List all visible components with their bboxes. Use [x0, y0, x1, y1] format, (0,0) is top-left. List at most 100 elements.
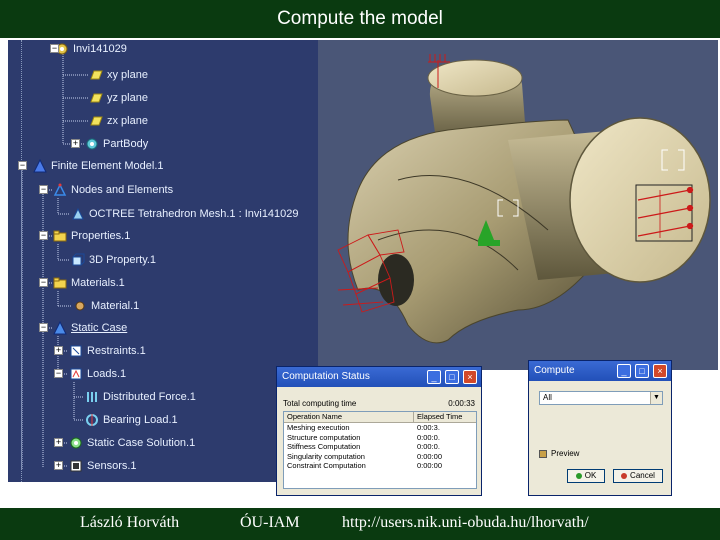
slide-title: Compute the model: [0, 0, 720, 38]
tree-item-static-case[interactable]: Static Case: [52, 319, 127, 337]
expand-toggle[interactable]: +: [71, 139, 80, 148]
specification-tree[interactable]: Invi141029 − xy plane yz plane zx plane …: [8, 40, 318, 482]
close-icon[interactable]: ×: [463, 370, 477, 384]
operation-name: Constraint Computation: [287, 461, 366, 470]
slide-footer: László Horváth ÓU-IAM http://users.nik.u…: [0, 508, 720, 540]
operation-time: 0:00:0.: [417, 432, 440, 442]
collapse-toggle[interactable]: −: [54, 369, 63, 378]
tree-item-yz-plane[interactable]: yz plane: [88, 89, 148, 107]
tree-item-label: Nodes and Elements: [71, 184, 174, 196]
collapse-toggle[interactable]: −: [39, 323, 48, 332]
tree-item-label: Properties.1: [71, 230, 131, 242]
compute-dialog[interactable]: Compute _ □ × All ▼ Preview OK Cancel: [528, 360, 672, 496]
footer-institution: ÓU-IAM: [240, 514, 300, 531]
tree-item-nodes-elements[interactable]: Nodes and Elements: [52, 181, 173, 199]
partbody-gear-icon: [84, 136, 100, 152]
collapse-toggle[interactable]: −: [18, 161, 27, 170]
restraints-icon: [68, 343, 84, 359]
table-row: Constraint Computation 0:00:00: [284, 461, 476, 471]
ok-label: OK: [584, 471, 597, 480]
collapse-toggle[interactable]: −: [50, 44, 59, 53]
expand-toggle[interactable]: +: [54, 346, 63, 355]
total-time-label: Total computing time: [283, 399, 357, 408]
material-sphere-icon: [72, 298, 88, 314]
cancel-x-icon: [621, 473, 628, 479]
expand-toggle[interactable]: +: [54, 438, 63, 447]
tree-item-partbody[interactable]: PartBody: [84, 135, 148, 153]
tree-item-bearing-load[interactable]: Bearing Load.1: [84, 411, 178, 429]
total-time-value: 0:00:33: [448, 399, 475, 408]
sensors-icon: [68, 458, 84, 474]
collapse-toggle[interactable]: −: [39, 278, 48, 287]
tree-item-finite-element-model[interactable]: Finite Element Model.1: [32, 157, 164, 175]
operation-time: 0:00:00: [417, 451, 443, 461]
tree-item-zx-plane[interactable]: zx plane: [88, 112, 148, 130]
operation-time: 0:00:0.: [417, 442, 440, 451]
maximize-icon[interactable]: □: [635, 364, 649, 378]
column-header-operation: Operation Name: [284, 412, 414, 422]
tree-item-part-root[interactable]: Invi141029: [54, 40, 127, 58]
model-viewport[interactable]: [318, 40, 718, 370]
solution-icon: [68, 435, 84, 451]
preview-checkbox[interactable]: [539, 449, 547, 458]
plane-icon: [88, 113, 104, 129]
computation-status-titlebar[interactable]: Computation Status _ □ ×: [277, 367, 481, 387]
footer-author: László Horváth: [80, 514, 180, 531]
collapse-toggle[interactable]: −: [39, 185, 48, 194]
expand-toggle[interactable]: +: [54, 461, 63, 470]
minimize-icon[interactable]: _: [617, 364, 631, 378]
tree-item-materials[interactable]: Materials.1: [52, 274, 125, 292]
minimize-icon[interactable]: _: [427, 370, 441, 384]
total-time-row: Total computing time 0:00:33: [283, 399, 477, 408]
tree-item-label: PartBody: [103, 138, 149, 150]
chevron-down-icon[interactable]: ▼: [650, 392, 662, 404]
dialog-title: Computation Status: [282, 371, 370, 382]
dialog-title: Compute: [534, 365, 575, 376]
ok-button[interactable]: OK: [567, 469, 605, 483]
tree-item-label: Static Case Solution.1: [87, 437, 196, 449]
plane-icon: [88, 67, 104, 83]
bearing-load-icon: [84, 412, 100, 428]
tree-item-properties[interactable]: Properties.1: [52, 227, 130, 245]
table-row: Singularity computation 0:00:00: [284, 452, 476, 462]
operation-name: Meshing execution: [287, 423, 350, 432]
nodes-elements-icon: [52, 182, 68, 198]
maximize-icon[interactable]: □: [445, 370, 459, 384]
part-3d-model: [337, 54, 711, 344]
computation-status-dialog[interactable]: Computation Status _ □ × Total computing…: [276, 366, 482, 496]
properties-folder-icon: [52, 228, 68, 244]
tree-item-3d-property[interactable]: 3D Property.1: [70, 251, 156, 269]
close-icon[interactable]: ×: [653, 364, 667, 378]
loads-icon: [68, 366, 84, 382]
static-case-icon: [52, 320, 68, 336]
tree-item-label: Invi141029: [73, 43, 127, 55]
tree-item-label: 3D Property.1: [89, 254, 157, 266]
operations-table-header: Operation Name Elapsed Time: [284, 412, 476, 423]
operation-name: Structure computation: [287, 432, 361, 442]
footer-url[interactable]: http://users.nik.uni-obuda.hu/lhorvath/: [342, 514, 589, 532]
compute-scope-select[interactable]: All ▼: [539, 391, 663, 405]
tree-item-static-case-solution[interactable]: Static Case Solution.1: [68, 434, 195, 452]
tree-item-distributed-force[interactable]: Distributed Force.1: [84, 388, 196, 406]
tree-item-label: OCTREE Tetrahedron Mesh.1 : Invi141029: [89, 208, 299, 220]
collapse-toggle[interactable]: −: [39, 231, 48, 240]
preview-option[interactable]: Preview: [539, 449, 579, 458]
preview-label: Preview: [551, 449, 580, 458]
tree-item-label: Finite Element Model.1: [51, 160, 164, 172]
tree-item-xy-plane[interactable]: xy plane: [88, 66, 148, 84]
tree-item-sensors[interactable]: Sensors.1: [68, 457, 137, 475]
operation-time: 0:00:00: [417, 461, 443, 470]
tree-item-label: xy plane: [107, 69, 148, 81]
operations-table-body: Meshing execution 0:00:3. Structure compu…: [284, 423, 476, 471]
tree-item-material[interactable]: Material.1: [72, 297, 139, 315]
tree-item-label: zx plane: [107, 115, 148, 127]
tree-item-octree-mesh[interactable]: OCTREE Tetrahedron Mesh.1 : Invi141029: [70, 205, 299, 223]
tree-item-label: yz plane: [107, 92, 148, 104]
tree-item-loads[interactable]: Loads.1: [68, 365, 126, 383]
table-row: Structure computation 0:00:0.: [284, 433, 476, 443]
select-value: All: [543, 393, 552, 402]
tree-item-restraints[interactable]: Restraints.1: [68, 342, 146, 360]
cancel-button[interactable]: Cancel: [613, 469, 663, 483]
compute-titlebar[interactable]: Compute _ □ ×: [529, 361, 671, 381]
operation-name: Stiffness Computation: [287, 442, 361, 451]
